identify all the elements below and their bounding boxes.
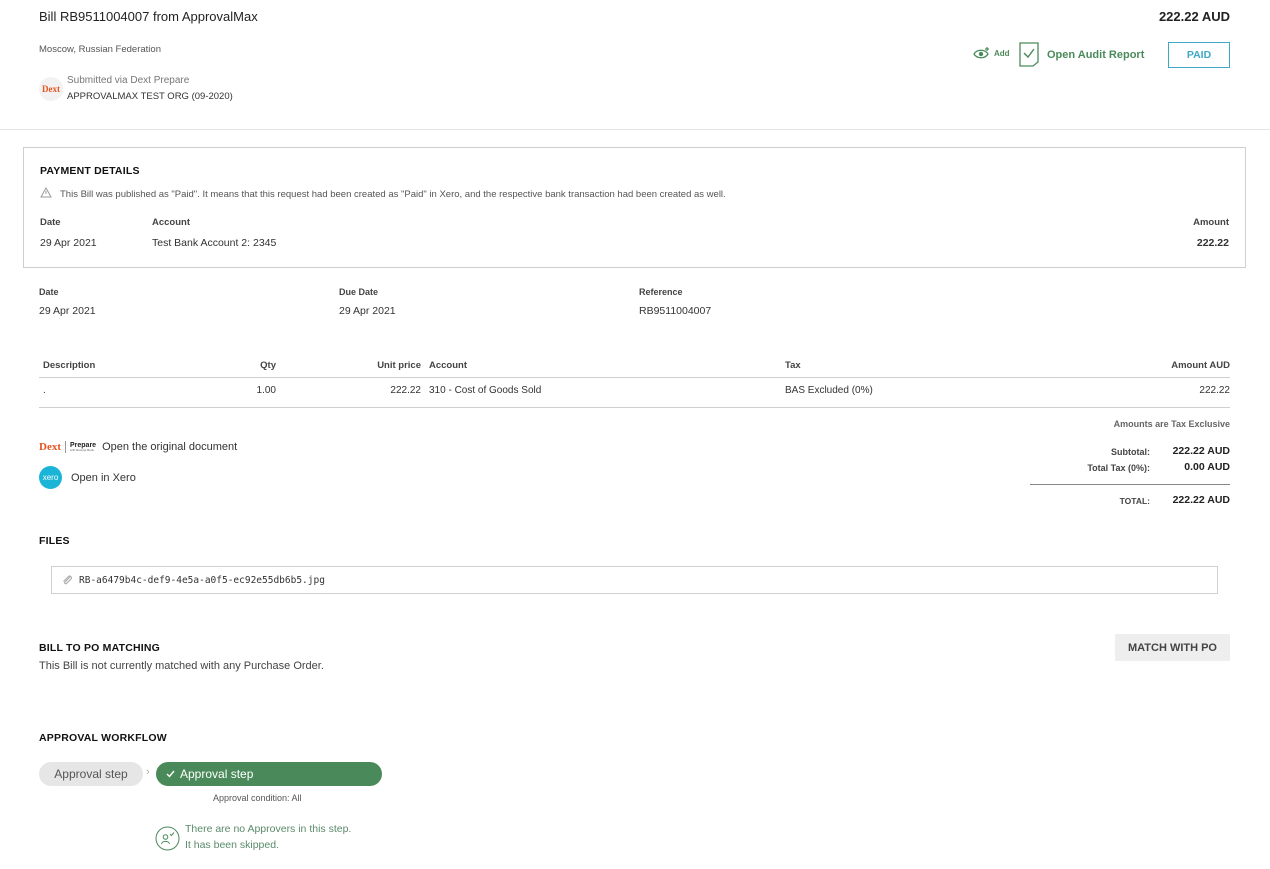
header-total: 222.22 AUD	[1158, 9, 1230, 24]
total-tax-label: Total Tax (0%):	[1087, 463, 1150, 473]
prepare-sub: with Receipt Bank	[70, 448, 95, 452]
open-original-document-link[interactable]: Dext Prepare with Receipt Bank Open the …	[39, 441, 237, 453]
cell-description: .	[43, 385, 46, 396]
no-approvers-line1: There are no Approvers in this step.	[185, 823, 352, 835]
payment-notice: This Bill was published as "Paid". It me…	[60, 189, 726, 200]
payment-details-box	[23, 147, 1246, 268]
cell-amount: 222.22	[1199, 385, 1230, 396]
cell-unit-price: 222.22	[390, 385, 421, 396]
totals-divider	[1030, 484, 1230, 485]
approval-workflow-heading: APPROVAL WORKFLOW	[39, 732, 167, 744]
payment-date: 29 Apr 2021	[40, 237, 97, 249]
due-date: 29 Apr 2021	[339, 305, 396, 317]
chevron-right-icon: ›	[146, 766, 150, 778]
open-xero-label: Open in Xero	[71, 471, 136, 484]
tax-note: Amounts are Tax Exclusive	[1113, 419, 1230, 429]
cell-account: 310 - Cost of Goods Sold	[429, 385, 542, 396]
open-in-xero-link[interactable]: xero Open in Xero	[39, 466, 136, 489]
open-audit-report-button[interactable]: Open Audit Report	[1019, 42, 1144, 67]
col-qty: Qty	[260, 360, 276, 371]
warning-icon	[40, 187, 52, 198]
approval-step-1[interactable]: Approval step	[39, 762, 143, 786]
payment-amount: 222.22	[1196, 237, 1229, 249]
eye-plus-icon	[973, 47, 989, 59]
cell-tax: BAS Excluded (0%)	[785, 385, 873, 396]
check-icon	[166, 770, 175, 778]
payment-account-label: Account	[152, 217, 190, 228]
table-row: . 1.00 222.22 310 - Cost of Goods Sold B…	[39, 378, 1230, 407]
no-approvers-line2: It has been skipped.	[185, 839, 279, 851]
col-description: Description	[43, 360, 96, 371]
file-name: RB-a6479b4c-def9-4e5a-a0f5-ec92e55db6b5.…	[79, 574, 325, 586]
approval-condition: Approval condition: All	[213, 793, 302, 803]
subtotal-value: 222.22 AUD	[1172, 445, 1230, 457]
payment-date-label: Date	[40, 217, 61, 228]
col-unit-price: Unit price	[377, 360, 421, 371]
date-label: Date	[39, 287, 59, 297]
dext-avatar-text: Dext	[42, 84, 60, 94]
add-watcher-button[interactable]: Add	[973, 46, 1010, 60]
paid-status-button[interactable]: PAID	[1168, 42, 1230, 68]
payment-account: Test Bank Account 2: 2345	[152, 237, 277, 249]
audit-label: Open Audit Report	[1047, 48, 1145, 61]
dext-logo-icon: Dext	[39, 441, 61, 453]
due-date-label: Due Date	[339, 287, 379, 297]
approval-step-2[interactable]: Approval step	[156, 762, 382, 786]
match-with-po-button[interactable]: MATCH WITH PO	[1115, 634, 1230, 661]
po-matching-text: This Bill is not currently matched with …	[39, 660, 324, 672]
open-original-label: Open the original document	[102, 441, 238, 453]
dext-avatar-icon: Dext	[39, 77, 63, 101]
subtotal-label: Subtotal:	[1111, 447, 1150, 457]
location: Moscow, Russian Federation	[39, 44, 161, 55]
cell-qty: 1.00	[256, 385, 276, 396]
file-attachment[interactable]: RB-a6479b4c-def9-4e5a-a0f5-ec92e55db6b5.…	[51, 566, 1218, 594]
table-bottom-divider	[39, 407, 1230, 408]
col-account: Account	[429, 360, 467, 371]
payment-amount-label: Amount	[1193, 217, 1229, 228]
po-matching-heading: BILL TO PO MATCHING	[39, 642, 161, 654]
xero-logo-icon: xero	[39, 466, 62, 489]
total-value: 222.22 AUD	[1172, 494, 1230, 506]
add-label: Add	[994, 48, 1010, 58]
paperclip-icon	[63, 575, 72, 585]
col-amount: Amount AUD	[1171, 360, 1230, 371]
reference-label: Reference	[639, 287, 683, 297]
reference: RB9511004007	[639, 305, 712, 317]
col-tax: Tax	[785, 360, 801, 371]
page-title: Bill RB9511004007 from ApprovalMax	[39, 9, 258, 24]
prepare-logo-icon: Prepare with Receipt Bank	[70, 442, 96, 452]
logo-divider	[65, 441, 66, 453]
bill-date: 29 Apr 2021	[39, 305, 96, 317]
approval-step-2-label: Approval step	[180, 767, 254, 781]
header-divider	[0, 129, 1270, 130]
skipped-approver-icon	[155, 826, 180, 851]
submitted-via: Submitted via Dext Prepare	[67, 75, 190, 86]
org-name: APPROVALMAX TEST ORG (09-2020)	[67, 91, 233, 102]
total-tax-value: 0.00 AUD	[1184, 461, 1230, 473]
total-label: TOTAL:	[1119, 496, 1150, 506]
files-heading: FILES	[39, 535, 70, 547]
payment-details-heading: PAYMENT DETAILS	[40, 165, 140, 177]
audit-document-icon	[1019, 42, 1039, 67]
